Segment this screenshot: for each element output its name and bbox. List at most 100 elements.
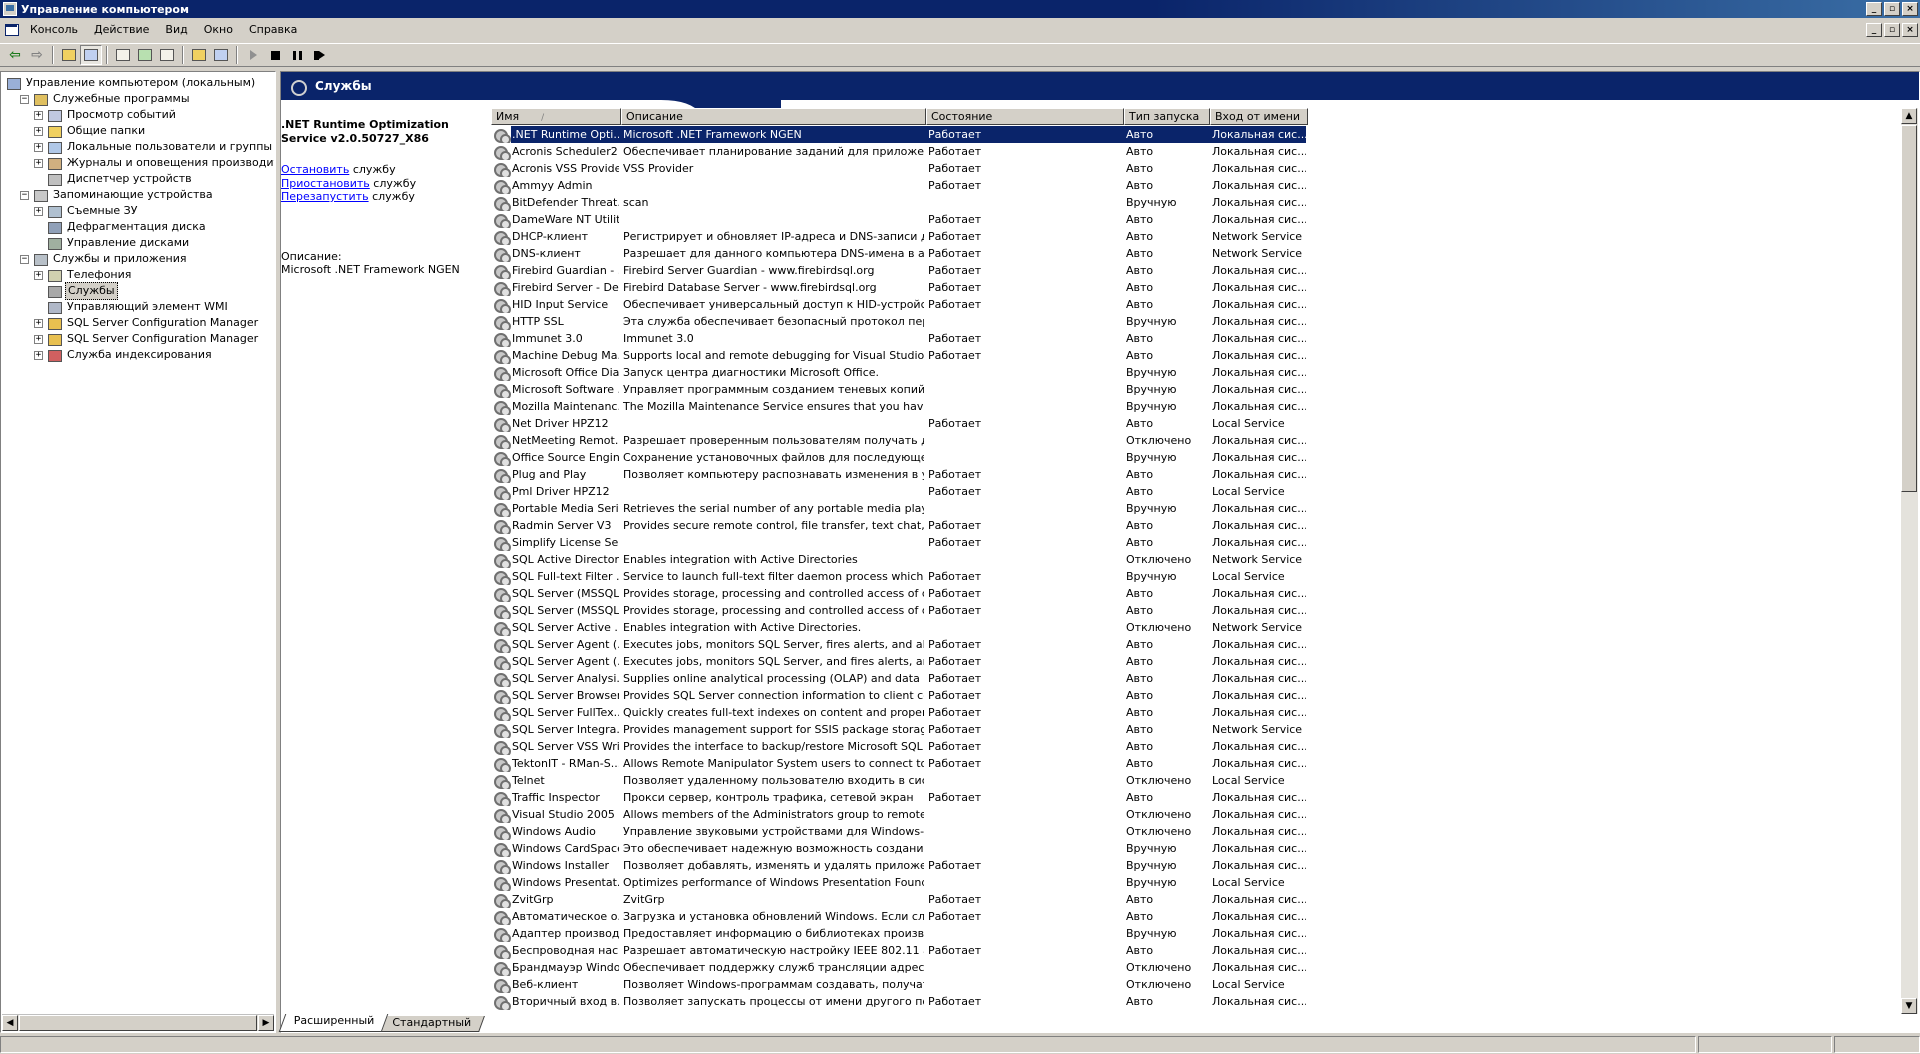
service-row[interactable]: SQL Server VSS Wri... Provides the interf… — [491, 738, 1901, 755]
expand-icon[interactable]: + — [34, 158, 43, 168]
expand-icon[interactable]: + — [34, 142, 43, 152]
scroll-thumb[interactable] — [19, 1015, 257, 1031]
expand-icon[interactable]: + — [34, 350, 43, 360]
tree-node[interactable]: − Служебные программы — [20, 91, 192, 107]
tree-node[interactable]: + Журналы и оповещения производительности — [34, 155, 274, 171]
service-row[interactable]: Visual Studio 2005 ... Allows members of … — [491, 806, 1901, 823]
service-row[interactable]: SQL Server Integra... Provides management… — [491, 721, 1901, 738]
tree-node[interactable]: Службы — [34, 282, 118, 300]
service-row[interactable]: Ammyy Admin Работает Авто Локальная сис... — [491, 177, 1901, 194]
service-row[interactable]: HID Input Service Обеспечивает универсаль… — [491, 296, 1901, 313]
service-row[interactable]: SQL Full-text Filter ... Service to launc… — [491, 568, 1901, 585]
expand-icon[interactable]: + — [34, 318, 43, 328]
expand-icon[interactable]: + — [34, 126, 43, 136]
service-row[interactable]: Plug and Play Позволяет компьютеру распоз… — [491, 466, 1901, 483]
service-row[interactable]: Веб-клиент Позволяет Windows-программам с… — [491, 976, 1901, 993]
expand-icon[interactable]: + — [34, 110, 43, 120]
service-row[interactable]: Firebird Guardian - ... Firebird Server G… — [491, 262, 1901, 279]
service-row[interactable]: NetMeeting Remot... Разрешает проверенным… — [491, 432, 1901, 449]
expand-icon[interactable]: + — [34, 334, 43, 344]
service-row[interactable]: Acronis VSS Provider VSS Provider Работает… — [491, 160, 1901, 177]
service-row[interactable]: Portable Media Seri... Retrieves the seri… — [491, 500, 1901, 517]
service-row[interactable]: Net Driver HPZ12 Работает Авто Local Servic… — [491, 415, 1901, 432]
forward-button[interactable]: ⇨ — [26, 45, 48, 65]
service-row[interactable]: SQL Server Agent (... Executes jobs, moni… — [491, 653, 1901, 670]
service-row[interactable]: Immunet 3.0 Immunet 3.0 Работает Авто Локаль… — [491, 330, 1901, 347]
collapse-icon[interactable]: − — [20, 94, 29, 104]
tree-node[interactable]: Диспетчер устройств — [34, 171, 194, 187]
menu-window[interactable]: Окно — [196, 20, 241, 40]
service-row[interactable]: SQL Active Director... Enables integratio… — [491, 551, 1901, 568]
service-row[interactable]: Адаптер производ... Предоставляет информа… — [491, 925, 1901, 942]
tree-node[interactable]: + Телефония — [34, 267, 133, 283]
tree-node[interactable]: + Служба индексирования — [34, 347, 214, 363]
restart-service-link[interactable]: Перезапустить — [281, 190, 369, 203]
scroll-left-button[interactable]: ◀ — [2, 1015, 18, 1031]
console-tree-button[interactable] — [210, 45, 232, 65]
properties-button[interactable] — [112, 45, 134, 65]
tree-node[interactable]: + Съемные ЗУ — [34, 203, 139, 219]
service-row[interactable]: HTTP SSL Эта служба обеспечивает безопасн… — [491, 313, 1901, 330]
service-row[interactable]: Mozilla Maintenanc... The Mozilla Mainten… — [491, 398, 1901, 415]
maximize-button[interactable]: ▫ — [1884, 2, 1900, 16]
child-restore-button[interactable]: ▫ — [1884, 23, 1900, 37]
service-row[interactable]: SQL Server Analysi... Supplies online ana… — [491, 670, 1901, 687]
service-row[interactable]: Вторичный вход в... Позволяет запускать п… — [491, 993, 1901, 1010]
column-name[interactable]: Имя / — [491, 108, 621, 125]
tree-node[interactable]: Управляющий элемент WMI — [34, 299, 230, 315]
service-row[interactable]: Pml Driver HPZ12 Работает Авто Local Servic… — [491, 483, 1901, 500]
service-row[interactable]: SQL Server Browser Provides SQL Server co… — [491, 687, 1901, 704]
service-row[interactable]: Windows Presentat... Optimizes performanc… — [491, 874, 1901, 891]
tab-standard[interactable]: Стандартный — [377, 1016, 485, 1032]
column-startup-type[interactable]: Тип запуска — [1124, 108, 1210, 125]
service-row[interactable]: Microsoft Software ... Управляет программ… — [491, 381, 1901, 398]
service-row[interactable]: Windows CardSpace Это обеспечивает надежн… — [491, 840, 1901, 857]
start-service-button[interactable] — [242, 45, 264, 65]
service-row[interactable]: SQL Server FullTex... Quickly creates ful… — [491, 704, 1901, 721]
service-row[interactable]: Беспроводная нас... Разрешает автоматичес… — [491, 942, 1901, 959]
up-level-button[interactable] — [58, 45, 80, 65]
service-row[interactable]: SQL Server (MSSQL... Provides storage, pr… — [491, 602, 1901, 619]
menu-console[interactable]: Консоль — [22, 20, 86, 40]
column-description[interactable]: Описание — [621, 108, 926, 125]
tree-node[interactable]: − Службы и приложения — [20, 251, 188, 267]
service-row[interactable]: TektonIT - RMan-S... Allows Remote Manipu… — [491, 755, 1901, 772]
tree-node[interactable]: Управление дисками — [34, 235, 191, 251]
service-row[interactable]: DNS-клиент Разрешает для данного компьюте… — [491, 245, 1901, 262]
service-row[interactable]: BitDefender Threat... scan Вручную Локальна… — [491, 194, 1901, 211]
tree-node[interactable]: + Общие папки — [34, 123, 147, 139]
service-row[interactable]: SQL Server (MSSQL... Provides storage, pr… — [491, 585, 1901, 602]
tree-node[interactable]: Управление компьютером (локальным) — [6, 75, 257, 91]
tree-node[interactable]: + Просмотр событий — [34, 107, 178, 123]
service-row[interactable]: Windows Audio Управление звуковыми устрой… — [491, 823, 1901, 840]
back-button[interactable]: ⇦ — [4, 45, 26, 65]
collapse-icon[interactable]: − — [20, 254, 29, 264]
tab-extended[interactable]: Расширенный — [278, 1014, 388, 1032]
child-close-button[interactable]: × — [1902, 23, 1918, 37]
child-window-icon[interactable] — [4, 23, 20, 37]
tree-horizontal-scrollbar[interactable]: ◀ ▶ — [2, 1014, 274, 1031]
export-list-button[interactable] — [156, 45, 178, 65]
pause-service-link[interactable]: Приостановить — [281, 177, 370, 190]
tree-node[interactable]: Дефрагментация диска — [34, 219, 208, 235]
scroll-down-button[interactable]: ▼ — [1901, 998, 1917, 1014]
scroll-right-button[interactable]: ▶ — [258, 1015, 274, 1031]
tree-node[interactable]: + SQL Server Configuration Manager — [34, 331, 260, 347]
menu-action[interactable]: Действие — [86, 20, 157, 40]
help-button[interactable] — [188, 45, 210, 65]
scroll-thumb[interactable] — [1901, 125, 1917, 492]
show-tree-button[interactable] — [80, 45, 102, 65]
service-row[interactable]: DHCP-клиент Регистрирует и обновляет IP-а… — [491, 228, 1901, 245]
service-row[interactable]: Traffic Inspector Прокси сервер, контроль… — [491, 789, 1901, 806]
stop-service-button[interactable] — [264, 45, 286, 65]
service-row[interactable]: Telnet Позволяет удаленному пользователю … — [491, 772, 1901, 789]
service-row[interactable]: Office Source Engine Сохранение установоч… — [491, 449, 1901, 466]
pause-service-button[interactable] — [286, 45, 308, 65]
stop-service-link[interactable]: Остановить — [281, 163, 349, 176]
service-row[interactable]: Автоматическое о... Загрузка и установка … — [491, 908, 1901, 925]
column-log-on-as[interactable]: Вход от имени — [1210, 108, 1308, 125]
service-row[interactable]: Radmin Server V3 Provides secure remote c… — [491, 517, 1901, 534]
scroll-up-button[interactable]: ▲ — [1901, 108, 1917, 124]
service-row[interactable]: SQL Server Active ... Enables integration… — [491, 619, 1901, 636]
tree-node[interactable]: + SQL Server Configuration Manager — [34, 315, 260, 331]
